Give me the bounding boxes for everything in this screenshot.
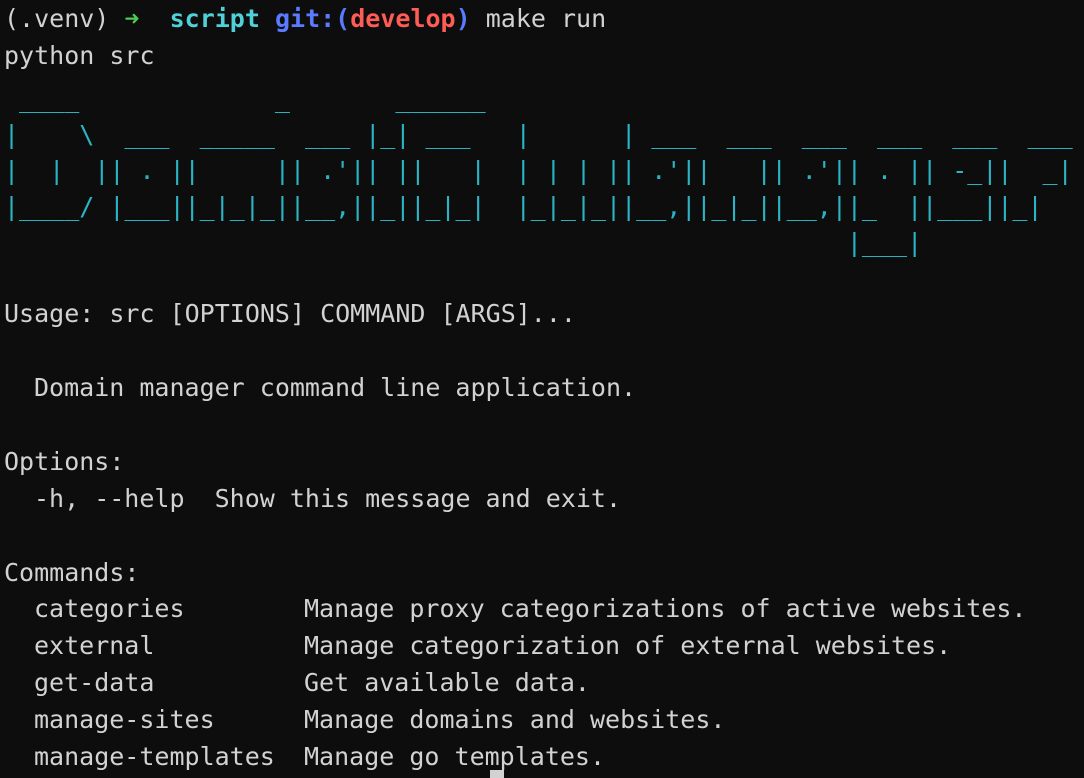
description-line: Domain manager command line application. xyxy=(34,373,637,402)
exec-line: python src xyxy=(4,41,155,70)
command-row: manage-templates Manage go templates. xyxy=(4,738,605,775)
command-name: external xyxy=(34,631,155,660)
prompt-arrow-icon: ➜ xyxy=(124,4,140,33)
terminal-window[interactable]: (.venv) ➜ script git:(develop) make run … xyxy=(4,0,1082,778)
option-flag: -h, --help xyxy=(34,484,185,513)
command-name: manage-templates xyxy=(34,742,275,771)
command-description: Manage go templates. xyxy=(304,742,606,771)
prompt-line: (.venv) ➜ script git:(develop) make run xyxy=(4,0,606,37)
command-description: Get available data. xyxy=(304,668,590,697)
options-header: Options: xyxy=(4,447,125,476)
command-description: Manage proxy categorizations of active w… xyxy=(304,594,1027,623)
commands-header: Commands: xyxy=(4,558,140,587)
command-description: Manage categorization of external websit… xyxy=(304,631,952,660)
prompt-git-label: git:( xyxy=(274,4,351,33)
prompt-venv: (.venv) xyxy=(4,4,110,33)
option-row: -h, --help Show this message and exit. xyxy=(4,480,621,517)
usage-line: Usage: src [OPTIONS] COMMAND [ARGS]... xyxy=(4,299,576,328)
command-row: manage-sites Manage domains and websites. xyxy=(4,701,725,738)
prompt-command: make run xyxy=(485,4,607,33)
command-row: categories Manage proxy categorizations o… xyxy=(4,590,1026,627)
command-name: get-data xyxy=(34,668,155,697)
prompt-git-close: ) xyxy=(455,4,471,33)
command-name: manage-sites xyxy=(34,705,215,734)
command-row: get-data Get available data. xyxy=(4,664,590,701)
ascii-banner: ____ _ ______ | \ ___ _____ ___ |_| ___ … xyxy=(4,84,1073,257)
prompt-branch: develop xyxy=(350,4,456,33)
prompt-directory: script xyxy=(169,4,260,33)
text-cursor xyxy=(490,770,504,778)
command-name: categories xyxy=(34,594,185,623)
option-description: Show this message and exit. xyxy=(214,484,622,513)
command-row: external Manage categorization of externa… xyxy=(4,627,951,664)
command-description: Manage domains and websites. xyxy=(304,705,726,734)
